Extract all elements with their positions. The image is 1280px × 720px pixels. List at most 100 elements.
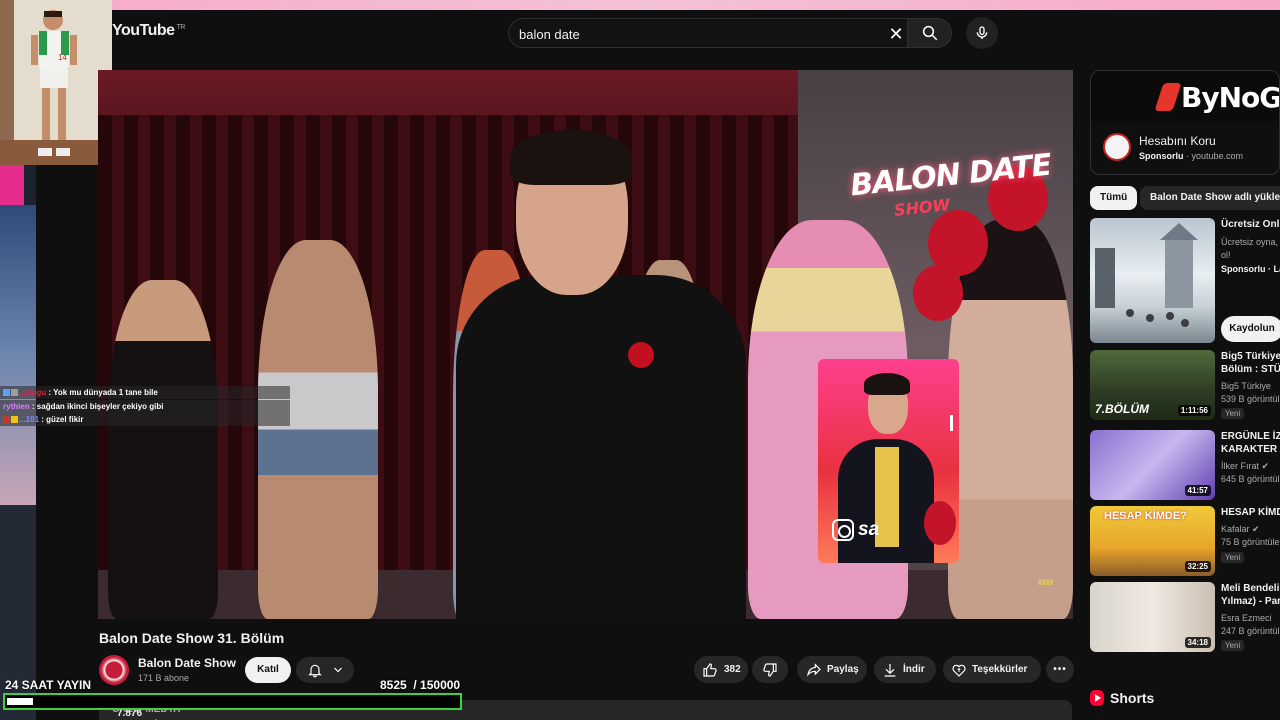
dislike-button[interactable]: [752, 656, 788, 683]
chat-message: ...101 : güzel fikir: [0, 413, 290, 426]
rec-views: 539 B görüntül: [1221, 394, 1280, 404]
ad-brand-bolt-icon: [1154, 83, 1182, 111]
video-thumbnail: 7.BÖLÜM 1:11:56: [1090, 350, 1215, 420]
game-scene: [1095, 223, 1198, 327]
list-item[interactable]: Ücretsiz Onli Ücretsiz oyna, ol! Sponsor…: [1090, 218, 1280, 348]
channel-name[interactable]: Balon Date Show: [138, 656, 236, 670]
instagram-icon: [832, 519, 854, 541]
rec-title: Big5 Türkiye Bölüm : STÜ: [1221, 351, 1280, 375]
video-watermark: ▮▮▮▮: [1038, 579, 1054, 586]
clear-search-icon[interactable]: ✕: [887, 25, 905, 43]
new-badge: Yeni: [1221, 640, 1245, 651]
ad-brand-logo: ByNoGa: [1181, 81, 1280, 114]
super-thanks-icon: [952, 664, 966, 677]
search-button[interactable]: [908, 18, 952, 48]
share-button[interactable]: Paylaş: [797, 656, 867, 683]
rec-views: 247 B görüntül: [1221, 626, 1280, 636]
list-item[interactable]: 7.BÖLÜM 1:11:56 Big5 Türkiye Bölüm : STÜ …: [1090, 350, 1280, 422]
duration: 41:57: [1184, 485, 1211, 496]
search-input[interactable]: [519, 25, 859, 43]
like-count: 382: [724, 664, 741, 675]
ad-card[interactable]: ByNoGa Hesabını Koru Sponsorlu · youtube…: [1090, 70, 1280, 175]
rec-channel: Esra Ezmeci: [1221, 613, 1272, 623]
youtube-header: YouTubeTR ✕: [100, 10, 1280, 56]
thumbs-up-icon: [703, 662, 717, 677]
download-label: İndir: [903, 664, 925, 675]
shorts-icon: [1090, 690, 1104, 706]
bell-icon: [307, 664, 322, 678]
youtube-logo[interactable]: YouTube TR: [112, 22, 185, 40]
contestant-1: [108, 280, 218, 619]
thumbs-down-icon: [763, 662, 777, 677]
svg-text:14: 14: [58, 53, 67, 62]
video-thumbnail: 34:18: [1090, 582, 1215, 652]
voice-search-button[interactable]: [966, 17, 998, 49]
rec-meta: ol!: [1221, 250, 1231, 260]
promo-balloon: [924, 501, 956, 545]
search-box: ✕: [508, 18, 908, 48]
rec-sponsor: Sponsorlu · La: [1221, 264, 1280, 274]
new-badge: Yeni: [1221, 408, 1245, 419]
share-label: Paylaş: [827, 664, 859, 675]
rec-title: HESAP KİMD: [1221, 507, 1280, 518]
promo-person-hair: [864, 373, 910, 395]
video-thumbnail: [1090, 218, 1215, 343]
share-icon: [807, 662, 821, 677]
like-button[interactable]: 382: [694, 656, 748, 683]
more-actions-button[interactable]: •••: [1046, 656, 1074, 683]
host-hair: [510, 130, 632, 185]
promo-instagram-handle: sa: [832, 519, 879, 541]
rec-title: Meli Bendeli Yılmaz) - Par: [1221, 583, 1280, 607]
host-rose: [628, 342, 654, 368]
video-thumbnail: 41:57: [1090, 430, 1215, 500]
ad-avatar: [1103, 133, 1131, 161]
ad-banner: ByNoGa: [1091, 71, 1280, 121]
ad-sponsor-line: Sponsorlu · youtube.com: [1139, 151, 1244, 161]
channel-avatar[interactable]: [99, 655, 129, 685]
rec-channel: Big5 Türkiye: [1221, 381, 1271, 391]
join-button[interactable]: Katıl: [245, 657, 291, 683]
shorts-section-header[interactable]: Shorts: [1090, 690, 1154, 706]
stream-chat-overlay: ...Dogu : Yok mu dünyada 1 tane bile ryt…: [0, 386, 290, 427]
subscriber-count: 171 B abone: [138, 673, 190, 683]
thanks-button[interactable]: Teşekkürler: [943, 656, 1041, 683]
rec-channel: Kafalar ✔: [1221, 524, 1260, 534]
stream-goal-label: 24 SAAT YAYIN: [5, 678, 92, 692]
list-item[interactable]: HESAP KİMDE? 32:25 HESAP KİMD Kafalar ✔ …: [1090, 506, 1280, 578]
notification-button[interactable]: [296, 657, 354, 683]
thanks-label: Teşekkürler: [972, 664, 1028, 675]
chat-message: ...Dogu : Yok mu dünyada 1 tane bile: [0, 386, 290, 399]
duration: 34:18: [1184, 637, 1211, 648]
video-thumbnail: HESAP KİMDE? 32:25: [1090, 506, 1215, 576]
host-suit: [456, 275, 746, 619]
verified-icon: ✔: [1252, 524, 1260, 534]
thumb-text: HESAP KİMDE?: [1104, 510, 1187, 522]
contestant-2: [258, 240, 378, 619]
duration: 32:25: [1184, 561, 1211, 572]
verified-icon: ✔: [1261, 461, 1270, 471]
chat-message: rythien : sağdan ikinci bişeyler çekiyo …: [0, 399, 290, 413]
overlay-pink-block: [0, 165, 24, 205]
rec-title: Ücretsiz Onli: [1221, 219, 1280, 230]
duration: 1:11:56: [1177, 405, 1211, 416]
streamer-webcam: 14: [0, 0, 112, 165]
download-icon: [884, 663, 896, 677]
shorts-label: Shorts: [1110, 690, 1155, 706]
list-item[interactable]: 41:57 ERGÜNLE İZİKARAKTER A İlker Fırat …: [1090, 430, 1280, 502]
stream-goal-bar: [3, 693, 462, 710]
top-overlay-stripe: [0, 0, 1280, 10]
rec-meta: Ücretsiz oyna,: [1221, 237, 1279, 247]
chip-channel-uploads[interactable]: Balon Date Show adlı yükleyi: [1140, 186, 1280, 210]
rec-title: ERGÜNLE İZİKARAKTER A: [1221, 431, 1280, 455]
video-title: Balon Date Show 31. Bölüm: [99, 630, 285, 646]
video-player[interactable]: BALON DATE SHOW sa ▮▮▮▮: [98, 70, 1073, 619]
rec-channel: İlker Fırat ✔: [1221, 461, 1270, 471]
download-button[interactable]: İndir: [874, 656, 936, 683]
list-item[interactable]: 34:18 Meli Bendeli Yılmaz) - Par Esra Ezm…: [1090, 582, 1280, 654]
chip-all[interactable]: Tümü: [1090, 186, 1138, 210]
chevron-down-icon: [333, 667, 342, 673]
signup-button[interactable]: Kaydolun: [1221, 316, 1280, 342]
microphone-icon: [976, 26, 988, 39]
rec-views: 75 B görüntüle: [1221, 537, 1280, 547]
promo-cursor-bar: [950, 415, 953, 431]
